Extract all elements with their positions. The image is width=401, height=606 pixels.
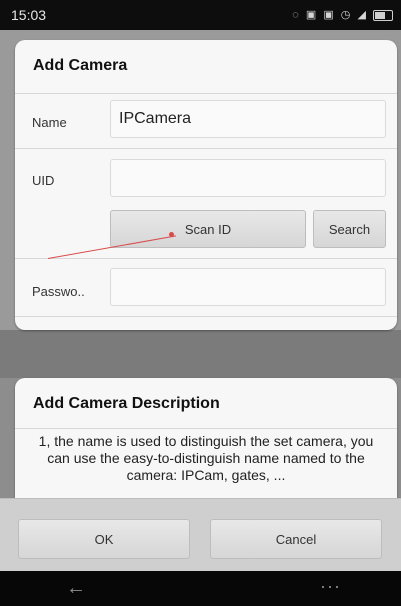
status-time: 15:03	[11, 7, 47, 23]
status-icons: ◌ ▣ ▣ ◷ ◢	[292, 8, 393, 21]
navigation-bar: ← ···	[0, 571, 401, 606]
back-icon[interactable]: ←	[66, 577, 86, 600]
alarm-icon: ◷	[340, 9, 353, 21]
search-button[interactable]: Search	[313, 210, 386, 248]
uid-divider	[15, 258, 397, 259]
password-label: Passwo..	[32, 284, 85, 299]
status-bar: 15:03 ◌ ▣ ▣ ◷ ◢	[0, 0, 401, 30]
name-divider	[15, 148, 397, 149]
annotation-arrow-head	[169, 232, 174, 237]
location-icon: ◌	[292, 9, 301, 21]
name-label: Name	[32, 115, 67, 130]
uid-label: UID	[32, 173, 55, 188]
description-divider	[15, 428, 397, 429]
dialog-button-bar: OK Cancel	[0, 498, 401, 572]
background-separator	[0, 330, 401, 378]
add-camera-card: Add Camera Name UID Scan ID Search Passw…	[15, 40, 397, 330]
description-title: Add Camera Description	[33, 395, 220, 412]
title-divider	[15, 93, 397, 94]
sim2-icon: ▣	[323, 9, 336, 21]
ok-button[interactable]: OK	[18, 519, 190, 559]
sim-icon: ▣	[305, 9, 319, 21]
cancel-button[interactable]: Cancel	[210, 519, 382, 559]
password-divider	[15, 316, 397, 317]
add-camera-title: Add Camera	[33, 57, 128, 74]
name-field[interactable]	[110, 100, 386, 138]
password-field[interactable]	[110, 268, 386, 306]
uid-field[interactable]	[110, 159, 386, 197]
description-text: 1, the name is used to distinguish the s…	[38, 433, 374, 483]
more-icon[interactable]: ···	[320, 576, 341, 597]
signal-icon: ◢	[357, 9, 368, 21]
battery-icon	[373, 9, 393, 21]
